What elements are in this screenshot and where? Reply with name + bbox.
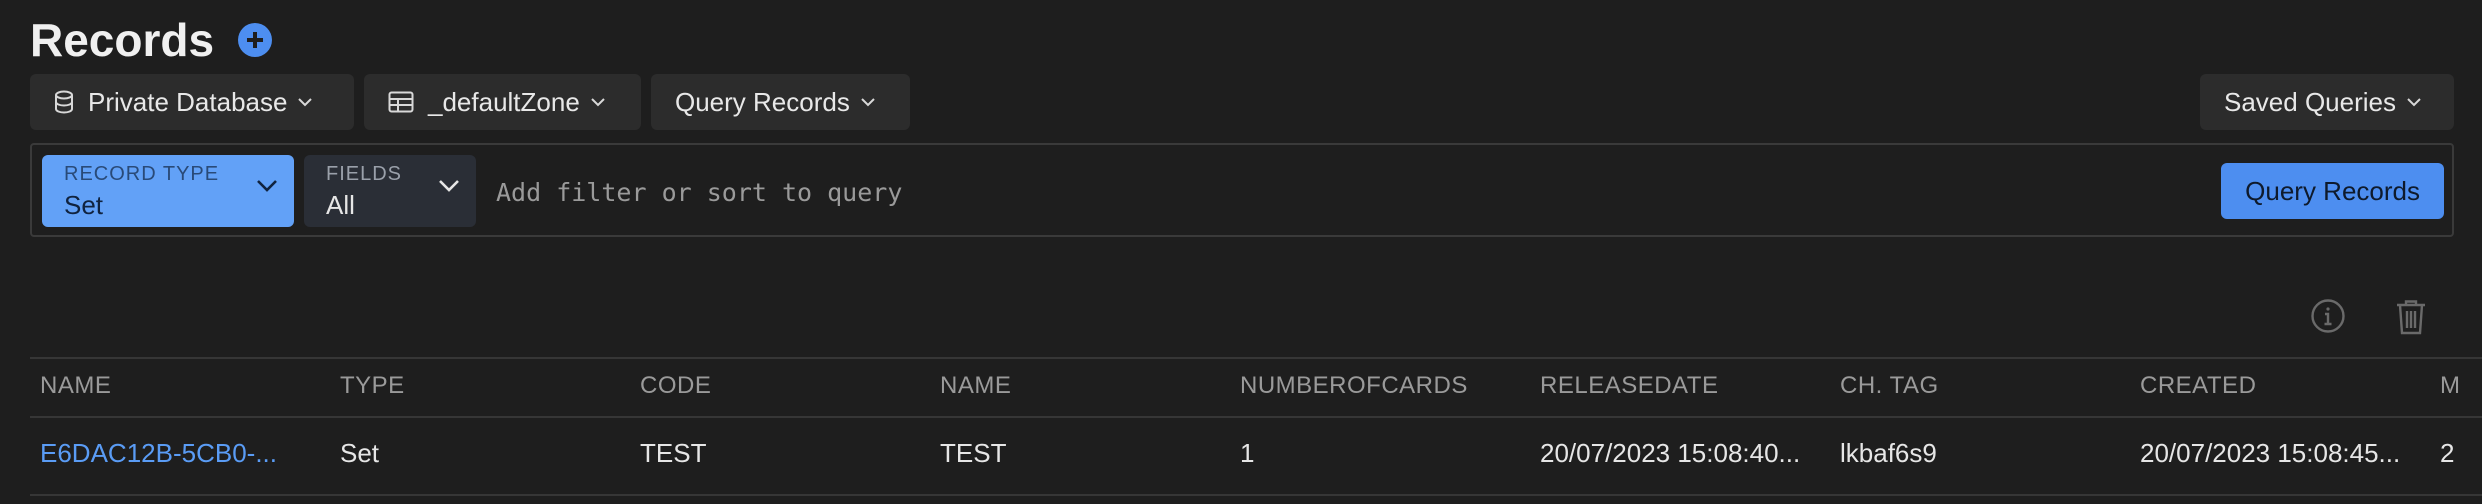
fields-picker[interactable]: FIELDS All (304, 155, 476, 227)
column-header-type[interactable]: TYPE (340, 372, 405, 400)
column-header-numberofcards[interactable]: NUMBEROFCARDS (1240, 372, 1468, 400)
database-label: Private Database (88, 86, 288, 117)
column-header-name-field[interactable]: NAME (940, 372, 1011, 400)
cell-name: TEST (940, 438, 1007, 468)
page-title: Records (30, 14, 215, 66)
row-divider (30, 494, 2482, 496)
query-records-button[interactable]: Query Records (2221, 163, 2444, 219)
cell-code: TEST (640, 438, 707, 468)
cell-created: 20/07/2023 15:08:45... (2140, 438, 2401, 468)
header-divider (30, 416, 2482, 418)
fields-caption: FIELDS (326, 163, 403, 185)
cell-type: Set (340, 438, 380, 468)
column-header-change-tag[interactable]: CH. TAG (1840, 372, 1939, 400)
column-header-releasedate[interactable]: RELEASEDATE (1540, 372, 1718, 400)
database-icon (55, 90, 73, 114)
page-header: Records (30, 8, 273, 72)
table-top-divider (30, 357, 2482, 359)
column-header-code[interactable]: CODE (640, 372, 711, 400)
add-record-icon[interactable] (238, 23, 273, 57)
record-type-value: Set (64, 190, 104, 220)
chevron-down-icon (439, 180, 459, 192)
chevron-down-icon (2407, 98, 2421, 107)
record-type-picker[interactable]: RECORD TYPE Set (42, 155, 294, 227)
cell-releasedate: 20/07/2023 15:08:40... (1540, 438, 1801, 468)
filter-input[interactable] (494, 165, 2198, 219)
zone-dropdown[interactable]: _defaultZone (364, 74, 641, 130)
chevron-down-icon (861, 98, 875, 107)
saved-queries-dropdown[interactable]: Saved Queries (2200, 74, 2454, 130)
query-mode-dropdown[interactable]: Query Records (651, 74, 910, 130)
cell-modified: 2 (2440, 438, 2455, 468)
query-mode-label: Query Records (675, 86, 850, 117)
chevron-down-icon (298, 98, 313, 107)
table-icon (388, 91, 414, 113)
fields-value: All (326, 190, 355, 220)
zone-label: _defaultZone (428, 86, 580, 117)
query-bar: RECORD TYPE Set FIELDS All Query Records (30, 143, 2454, 237)
cell-change-tag: lkbaf6s9 (1840, 438, 1937, 468)
record-name-link[interactable]: E6DAC12B-5CB0-... (40, 438, 300, 469)
cell-numberofcards: 1 (1240, 438, 1255, 468)
record-type-caption: RECORD TYPE (64, 163, 220, 185)
column-header-modified[interactable]: M (2440, 372, 2482, 400)
chevron-down-icon (591, 98, 605, 107)
info-icon[interactable] (2310, 298, 2346, 334)
trash-icon[interactable] (2394, 298, 2428, 336)
column-header-name[interactable]: NAME (40, 372, 111, 400)
column-header-created[interactable]: CREATED (2140, 372, 2256, 400)
chevron-down-icon (257, 180, 277, 192)
database-dropdown[interactable]: Private Database (30, 74, 354, 130)
saved-queries-label: Saved Queries (2224, 86, 2396, 117)
